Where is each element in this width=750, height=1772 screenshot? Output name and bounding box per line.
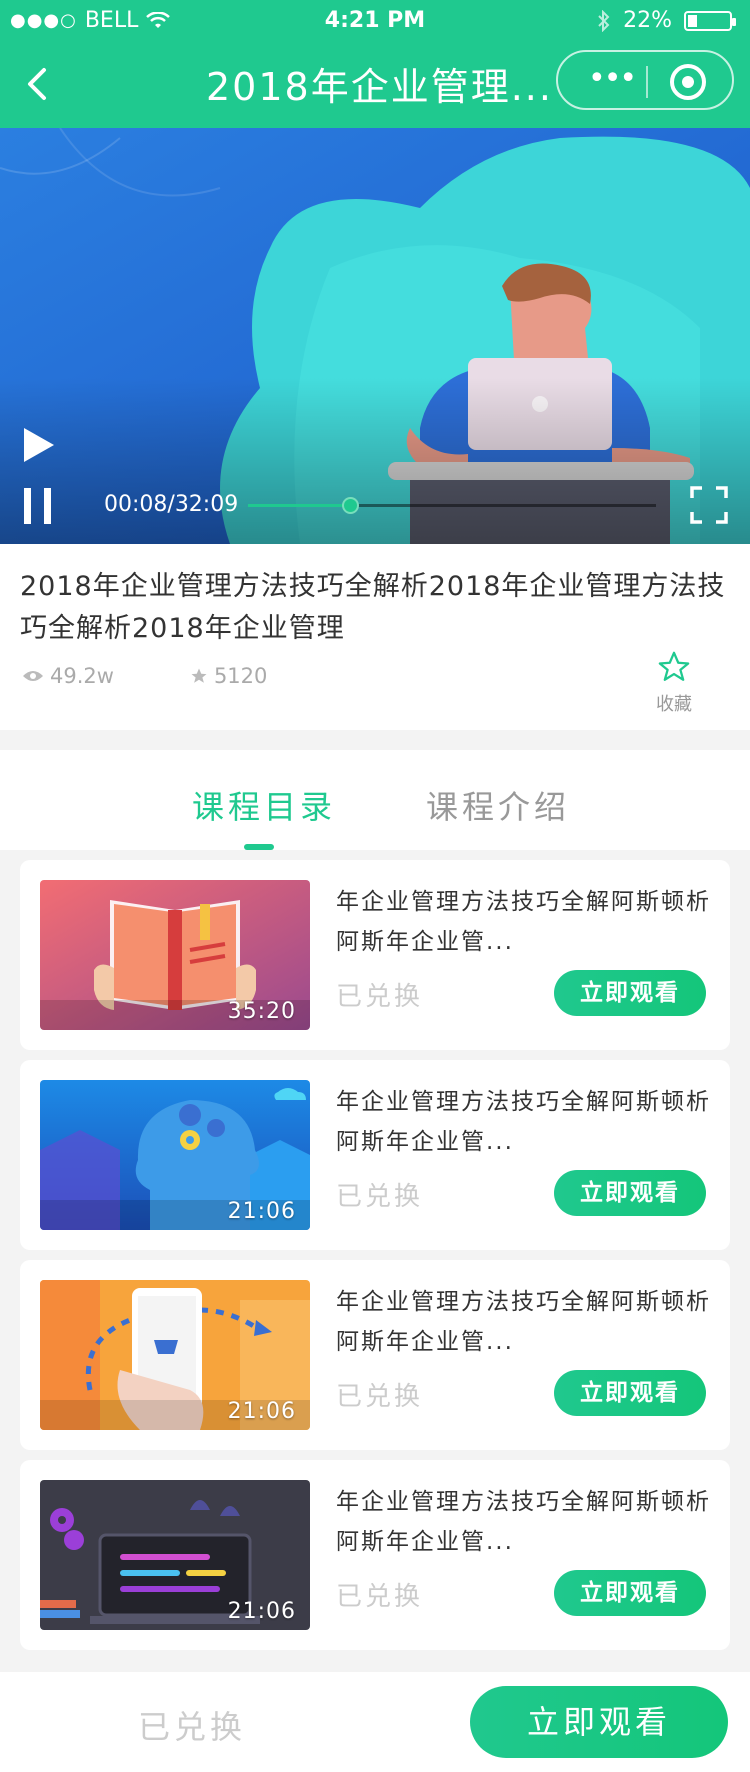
lesson-duration: 35:20 (227, 999, 296, 1024)
header: ●●●○ BELL 4:21 PM 22% 2018年企业管理... ••• (0, 0, 750, 128)
lesson-status: 已兑换 (336, 1182, 424, 1212)
lesson-status: 已兑换 (336, 1582, 424, 1612)
bottom-action-bar: 已兑换 立即观看 (0, 1672, 750, 1772)
lesson-status: 已兑换 (336, 982, 424, 1012)
star-outline-icon (658, 651, 690, 681)
tab-bar: 课程目录 课程介绍 (0, 750, 750, 850)
more-dots-icon[interactable]: ••• (588, 64, 637, 94)
battery-icon (684, 10, 736, 31)
list-item[interactable]: 21:06 年企业管理方法技巧全解阿斯顿析阿斯年企业管... 已兑换 立即观看 (20, 1260, 730, 1450)
lesson-thumbnail[interactable]: 21:06 (40, 1280, 310, 1430)
tab-indicator (244, 844, 274, 850)
pause-icon[interactable] (22, 486, 56, 526)
redeemed-status: 已兑换 (138, 1708, 247, 1746)
fullscreen-icon[interactable] (690, 486, 728, 524)
video-illustration (0, 128, 750, 544)
lesson-thumbnail[interactable]: 21:06 (40, 1080, 310, 1230)
progress-played (248, 504, 350, 507)
progress-knob[interactable] (342, 497, 359, 514)
watch-now-button[interactable]: 立即观看 (554, 1170, 706, 1216)
tab-introduction[interactable]: 课程介绍 (426, 782, 570, 828)
status-bar: ●●●○ BELL 4:21 PM 22% (0, 0, 750, 40)
capsule-divider (646, 66, 648, 98)
course-info: 2018年企业管理方法技巧全解析2018年企业管理方法技巧全解析2018年企业管… (0, 544, 750, 730)
lesson-duration: 21:06 (227, 1399, 296, 1424)
list-item[interactable]: 21:06 年企业管理方法技巧全解阿斯顿析阿斯年企业管... 已兑换 立即观看 (20, 1060, 730, 1250)
course-title: 2018年企业管理方法技巧全解析2018年企业管理方法技巧全解析2018年企业管… (20, 571, 726, 644)
lesson-title: 年企业管理方法技巧全解阿斯顿析阿斯年企业管... (336, 889, 711, 955)
star-count: 5120 (213, 664, 268, 688)
lesson-title: 年企业管理方法技巧全解阿斯顿析阿斯年企业管... (336, 1489, 711, 1555)
target-icon[interactable] (670, 64, 706, 100)
view-count: 49.2w (50, 664, 114, 688)
watch-now-button[interactable]: 立即观看 (554, 1370, 706, 1416)
battery-percent: 22% (623, 8, 672, 33)
page-title: 2018年企业管理... (206, 65, 553, 109)
watch-now-button[interactable]: 立即观看 (554, 970, 706, 1016)
lesson-title: 年企业管理方法技巧全解阿斯顿析阿斯年企业管... (336, 1089, 711, 1155)
playback-time: 00:08/32:09 (104, 492, 239, 517)
video-player[interactable]: 00:08/32:09 (0, 128, 750, 544)
progress-track[interactable] (248, 497, 656, 514)
watch-now-button[interactable]: 立即观看 (554, 1570, 706, 1616)
lesson-duration: 21:06 (227, 1199, 296, 1224)
lesson-thumbnail[interactable]: 21:06 (40, 1480, 310, 1630)
bluetooth-icon (598, 9, 610, 32)
play-icon[interactable] (22, 426, 56, 464)
chevron-left-icon[interactable] (18, 64, 58, 104)
lesson-thumbnail[interactable]: 35:20 (40, 880, 310, 1030)
favorite-label: 收藏 (656, 694, 692, 715)
lesson-title: 年企业管理方法技巧全解阿斯顿析阿斯年企业管... (336, 1289, 711, 1355)
navigation-bar: 2018年企业管理... ••• (0, 44, 750, 124)
watch-now-main-button[interactable]: 立即观看 (470, 1686, 728, 1758)
eye-icon (23, 671, 43, 681)
list-item[interactable]: 21:06 年企业管理方法技巧全解阿斯顿析阿斯年企业管... 已兑换 立即观看 (20, 1460, 730, 1650)
mini-program-capsule: ••• (556, 50, 734, 110)
favorite-button[interactable]: 收藏 (652, 650, 696, 716)
lesson-duration: 21:06 (227, 1599, 296, 1624)
list-item[interactable]: 35:20 年企业管理方法技巧全解阿斯顿析阿斯年企业管... 已兑换 立即观看 (20, 860, 730, 1050)
course-meta: 49.2w 5120 (22, 664, 343, 688)
star-icon (191, 668, 207, 683)
lesson-status: 已兑换 (336, 1382, 424, 1412)
tab-catalog[interactable]: 课程目录 (192, 782, 336, 828)
